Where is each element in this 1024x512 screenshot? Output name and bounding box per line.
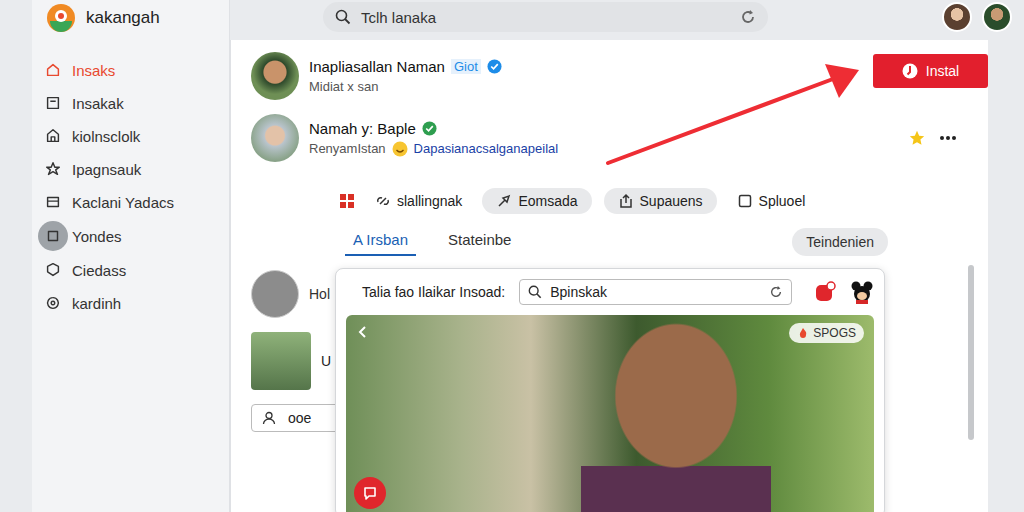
panel-title: Talia fao Ilaikar Insoad: — [362, 284, 505, 300]
link[interactable]: Dapasianacsalganapeilal — [414, 141, 559, 156]
sidebar-item[interactable]: Ipagnsauk — [44, 155, 229, 183]
refresh-icon[interactable] — [740, 9, 756, 25]
menu-icon — [44, 127, 62, 145]
back-icon[interactable] — [356, 325, 370, 339]
menu-icon — [44, 261, 62, 279]
author-name[interactable]: Namah y: Baple — [309, 120, 416, 137]
feed-item: Hol — [251, 270, 341, 318]
sidebar-nav: Insaks Insakak kiolnsclolk Ipagnsauk Kac… — [44, 56, 229, 317]
flame-icon — [797, 327, 809, 339]
tool-icon — [496, 193, 512, 209]
toolbar: slallingnak Eomsada Supauens Spluoel — [339, 186, 988, 216]
main: Tclh lanaka Inapliasallan Naman Giot Mid… — [230, 0, 1024, 512]
sidebar-item[interactable]: Insaks — [44, 56, 229, 84]
menu-icon — [44, 94, 62, 112]
search-field[interactable]: Tclh lanaka — [323, 2, 768, 32]
tab[interactable]: Stateinbe — [440, 229, 519, 256]
tool-icon — [375, 193, 391, 209]
menu-icon — [44, 160, 62, 178]
tool-icon — [618, 193, 634, 209]
sidebar-item[interactable]: Insakak — [44, 89, 229, 117]
toolbar-chip[interactable]: Eomsada — [482, 188, 591, 214]
tabs: A Irsban Stateinbe — [345, 229, 519, 256]
comment-icon — [362, 485, 378, 501]
toolbar-chip[interactable]: Spluoel — [729, 188, 814, 214]
avatar[interactable] — [251, 52, 299, 100]
menu-icon — [44, 61, 62, 79]
sidebar-item[interactable]: Yondes — [44, 221, 229, 251]
install-icon — [902, 63, 918, 79]
snippet: U — [321, 353, 331, 369]
comment-button[interactable] — [354, 477, 386, 509]
mascot-icon[interactable] — [850, 280, 874, 304]
verified-icon — [422, 121, 437, 136]
sidebar-item[interactable]: kardinh — [44, 289, 229, 317]
post-header: Namah y: Baple RenyamIstan Dapasianacsal… — [251, 112, 988, 164]
sidebar: kakangah Insaks Insakak kiolnsclolk Ipag… — [32, 0, 230, 512]
sidebar-item[interactable]: Ciedass — [44, 256, 229, 284]
logo[interactable]: kakangah — [46, 6, 229, 30]
sidebar-item[interactable]: kiolnsclolk — [44, 122, 229, 150]
menu-icon — [44, 294, 62, 312]
grid-icon[interactable] — [339, 193, 355, 209]
filter-button[interactable]: Teindenien — [792, 228, 888, 256]
author-name[interactable]: Inapliasallan Naman — [309, 58, 445, 75]
photo[interactable]: SPOGS — [346, 315, 874, 512]
feed-item: U — [251, 332, 341, 390]
menu-icon — [44, 193, 62, 211]
photo-badge: SPOGS — [789, 323, 864, 343]
avatar[interactable] — [251, 114, 299, 162]
thumbnail[interactable] — [251, 332, 311, 390]
post-actions — [908, 129, 958, 147]
tabs-row: A Irsban Stateinbe Teindenien — [345, 228, 888, 256]
account-area — [942, 2, 1012, 32]
arrow-icon — [603, 58, 873, 168]
tool-icon — [737, 193, 753, 209]
avatar[interactable] — [942, 2, 972, 32]
panel-search-field[interactable]: Bpinskak — [519, 279, 792, 305]
user-icon — [262, 411, 276, 425]
notification-icon[interactable] — [814, 281, 836, 303]
photo-subject — [581, 315, 771, 512]
subtitle: RenyamIstan — [309, 141, 386, 156]
avatar[interactable] — [251, 270, 299, 318]
menu-icon — [44, 227, 62, 245]
page: kakangah Insaks Insakak kiolnsclolk Ipag… — [0, 0, 1024, 512]
feed: Hol U ooe — [251, 270, 341, 432]
content-card: Inapliasallan Naman Giot Midiat x san Na… — [230, 40, 988, 512]
scrollbar[interactable] — [968, 265, 974, 440]
star-icon[interactable] — [908, 129, 926, 147]
sidebar-item[interactable]: Kaclani Yadacs — [44, 188, 229, 216]
refresh-icon[interactable] — [769, 285, 783, 299]
toolbar-chip[interactable]: Supauens — [604, 188, 717, 214]
search-icon — [335, 9, 351, 25]
install-button[interactable]: Instal — [873, 54, 988, 88]
media-panel: Talia fao Ilaikar Insoad: Bpinskak SPOGS — [335, 268, 885, 512]
topbar: Tclh lanaka — [230, 0, 988, 34]
verified-icon — [487, 59, 502, 74]
logo-icon — [46, 3, 76, 33]
tab[interactable]: A Irsban — [345, 229, 416, 256]
subtitle: Midiat x san — [309, 79, 378, 94]
more-icon[interactable] — [938, 129, 958, 147]
author-name[interactable]: Hol — [309, 286, 330, 302]
search-icon — [528, 285, 542, 299]
badge: Giot — [451, 59, 481, 74]
toolbar-chip[interactable]: slallingnak — [367, 188, 470, 214]
smiley-icon — [392, 141, 408, 157]
avatar[interactable] — [982, 2, 1012, 32]
